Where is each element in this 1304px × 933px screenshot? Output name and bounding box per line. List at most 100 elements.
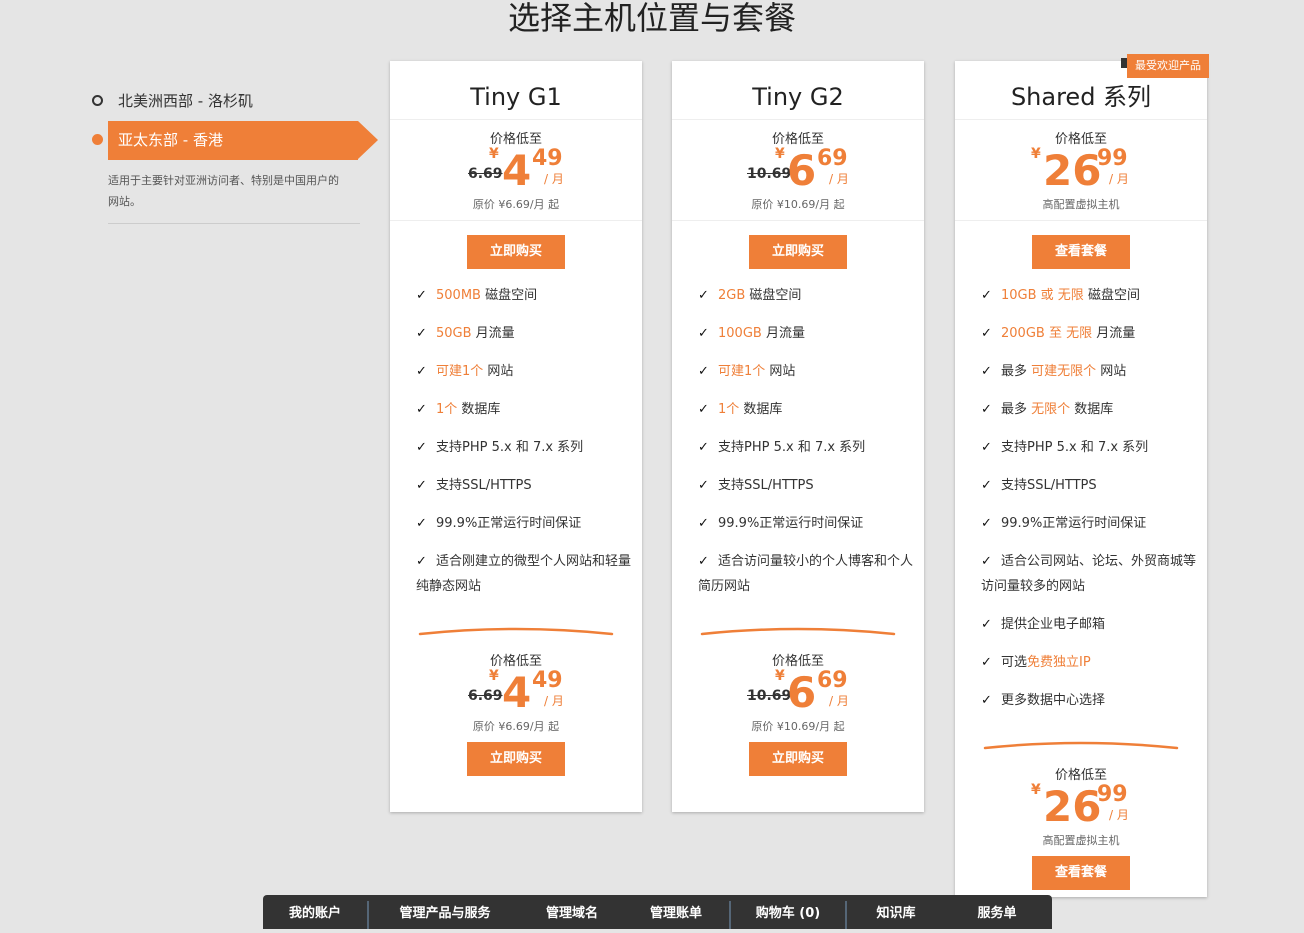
location-item-hong-kong[interactable]: 亚太东部 - 香港 适用于主要针对亚洲访问者、特别是中国用户的网站。 xyxy=(88,86,378,226)
plan-name: Tiny G1 xyxy=(390,61,642,120)
radio-dot-icon xyxy=(92,134,103,145)
price-block: 价格低至 ¥26 99/ 月高配置虚拟主机 xyxy=(955,756,1207,856)
feature-text: 最多 xyxy=(1001,402,1032,417)
price-period: / 月 xyxy=(544,172,564,186)
price-integer: 6 xyxy=(787,146,817,195)
buy-button[interactable]: 查看套餐 xyxy=(1032,235,1130,269)
checkmark-icon: ✓ xyxy=(981,554,992,569)
feature-item: ✓ 10GB 或 无限 磁盘空间 xyxy=(981,277,1207,315)
checkmark-icon: ✓ xyxy=(416,516,427,531)
price-decimal: 99 xyxy=(1097,146,1128,171)
buy-button[interactable]: 立即购买 xyxy=(467,235,565,269)
feature-item: ✓ 支持SSL/HTTPS xyxy=(416,467,642,505)
nav-item[interactable]: 服务单 xyxy=(945,895,1049,929)
nav-item[interactable]: 管理域名 xyxy=(521,895,623,929)
nav-item[interactable]: 知识库 xyxy=(847,895,945,929)
feature-text: 网站 xyxy=(483,364,514,379)
checkmark-icon: ✓ xyxy=(416,440,427,455)
old-price: 10.69 xyxy=(747,688,792,704)
currency-symbol: ¥ xyxy=(775,668,785,684)
price-block: 价格低至 6.69 ¥4 49/ 月原价 ¥6.69/月 起 xyxy=(390,120,642,221)
feature-text: 磁盘空间 xyxy=(1083,288,1140,303)
feature-item: ✓ 200GB 至 无限 月流量 xyxy=(981,315,1207,353)
nav-item[interactable]: 我的账户 xyxy=(263,895,367,929)
old-price: 10.69 xyxy=(747,166,792,182)
checkmark-icon: ✓ xyxy=(981,326,992,341)
feature-text: 50GB xyxy=(436,326,472,341)
page-title: 选择主机位置与套餐 xyxy=(507,0,796,37)
feature-text: 支持PHP 5.x 和 7.x 系列 xyxy=(436,440,584,455)
feature-text: 支持SSL/HTTPS xyxy=(436,478,532,493)
feature-text: 99.9%正常运行时间保证 xyxy=(718,516,864,531)
feature-item: ✓ 支持PHP 5.x 和 7.x 系列 xyxy=(698,429,924,467)
checkmark-icon: ✓ xyxy=(416,326,427,341)
feature-text: 磁盘空间 xyxy=(745,288,802,303)
feature-item: ✓ 1个 数据库 xyxy=(416,391,642,429)
plan-card: Tiny G2 价格低至 10.69 ¥6 69/ 月原价 ¥10.69/月 起立即购买… xyxy=(672,61,924,812)
feature-list: ✓ 10GB 或 无限 磁盘空间 ✓ 200GB 至 无限 月流量 ✓ 最多 可建无限个 … xyxy=(955,277,1207,720)
feature-item: ✓ 可选免费独立IP xyxy=(981,644,1207,682)
currency-symbol: ¥ xyxy=(1031,782,1041,798)
feature-text: 免费独立IP xyxy=(1027,655,1091,670)
price-integer: 26 xyxy=(1043,782,1102,831)
nav-item[interactable]: 管理账单 xyxy=(623,895,729,929)
currency-symbol: ¥ xyxy=(1031,146,1041,162)
feature-item: ✓ 50GB 月流量 xyxy=(416,315,642,353)
buy-button[interactable]: 立即购买 xyxy=(467,742,565,776)
price-main: 6.69 ¥4 49/ 月 xyxy=(390,668,642,714)
feature-item: ✓ 99.9%正常运行时间保证 xyxy=(416,505,642,543)
price-period: / 月 xyxy=(1109,172,1129,186)
price-main: 10.69 ¥6 69/ 月 xyxy=(672,668,924,714)
location-active-bar[interactable]: 亚太东部 - 香港 xyxy=(108,121,378,160)
price-main: 6.69 ¥4 49/ 月 xyxy=(390,146,642,192)
feature-item: ✓ 支持PHP 5.x 和 7.x 系列 xyxy=(981,429,1207,467)
feature-text: 200GB 至 无限 xyxy=(1001,326,1093,341)
divider-wave xyxy=(700,627,896,636)
price-block: 价格低至 6.69 ¥4 49/ 月原价 ¥6.69/月 起 xyxy=(390,642,642,742)
location-label: 亚太东部 - 香港 xyxy=(118,131,223,149)
feature-text: 1个 xyxy=(718,402,740,417)
feature-item: ✓ 100GB 月流量 xyxy=(698,315,924,353)
buy-button[interactable]: 查看套餐 xyxy=(1032,856,1130,890)
price-integer: 4 xyxy=(502,146,532,195)
price-note: 原价 ¥10.69/月 起 xyxy=(751,720,845,733)
checkmark-icon: ✓ xyxy=(981,516,992,531)
old-price: 6.69 xyxy=(468,688,503,704)
checkmark-icon: ✓ xyxy=(698,440,709,455)
price-caption: 价格低至 xyxy=(1054,768,1107,783)
feature-text: 500MB xyxy=(436,288,481,303)
feature-text: 可建1个 xyxy=(436,364,484,379)
nav-item[interactable]: 管理产品与服务 xyxy=(369,895,521,929)
price-period: / 月 xyxy=(829,694,849,708)
checkmark-icon: ✓ xyxy=(698,554,709,569)
buy-button[interactable]: 立即购买 xyxy=(749,742,847,776)
feature-text: 支持PHP 5.x 和 7.x 系列 xyxy=(1001,440,1149,455)
price-integer: 4 xyxy=(502,668,532,717)
feature-text: 数据库 xyxy=(1070,402,1114,417)
buy-button[interactable]: 立即购买 xyxy=(749,235,847,269)
feature-text: 月流量 xyxy=(1092,326,1136,341)
feature-text: 1个 xyxy=(436,402,458,417)
feature-text: 无限个 xyxy=(1031,402,1071,417)
feature-text: 99.9%正常运行时间保证 xyxy=(1001,516,1147,531)
checkmark-icon: ✓ xyxy=(416,554,427,569)
price-note: 原价 ¥10.69/月 起 xyxy=(751,198,845,211)
price-caption: 价格低至 xyxy=(771,132,824,147)
price-decimal: 49 xyxy=(532,146,563,171)
checkmark-icon: ✓ xyxy=(416,288,427,303)
checkmark-icon: ✓ xyxy=(698,402,709,417)
checkmark-icon: ✓ xyxy=(981,440,992,455)
checkmark-icon: ✓ xyxy=(981,364,992,379)
feature-text: 可选 xyxy=(1001,655,1028,670)
feature-text: 99.9%正常运行时间保证 xyxy=(436,516,582,531)
price-period: / 月 xyxy=(1109,808,1129,822)
checkmark-icon: ✓ xyxy=(981,617,992,632)
feature-text: 支持SSL/HTTPS xyxy=(718,478,814,493)
location-description: 适用于主要针对亚洲访问者、特别是中国用户的网站。 xyxy=(108,174,339,208)
nav-item[interactable]: 购物车 (0) xyxy=(731,895,845,929)
feature-item: ✓ 99.9%正常运行时间保证 xyxy=(981,505,1207,543)
feature-item: ✓ 支持SSL/HTTPS xyxy=(981,467,1207,505)
checkmark-icon: ✓ xyxy=(698,516,709,531)
price-main: 10.69 ¥6 69/ 月 xyxy=(672,146,924,192)
currency-symbol: ¥ xyxy=(775,146,785,162)
